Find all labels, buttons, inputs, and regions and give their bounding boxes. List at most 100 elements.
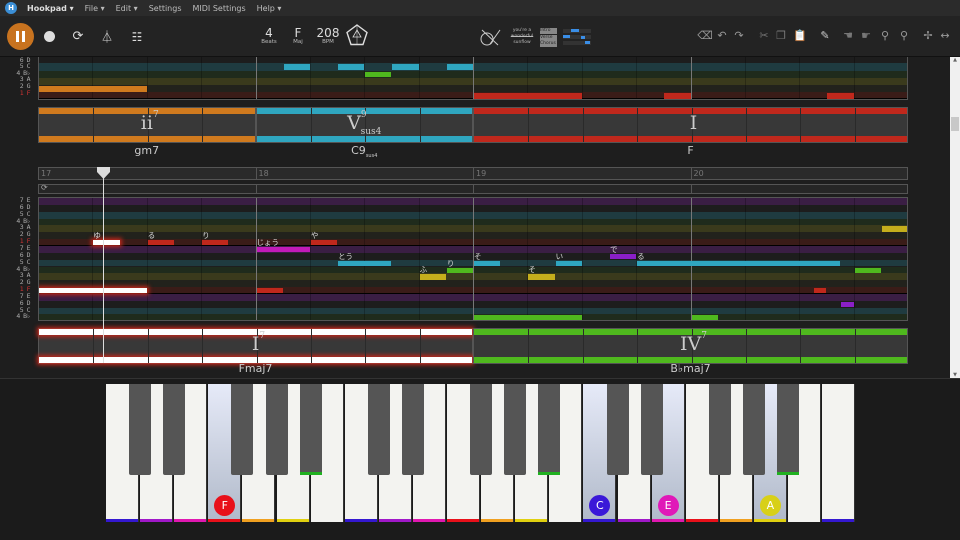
measure-line	[690, 168, 692, 179]
menu-help[interactable]: Help ▾	[257, 4, 282, 13]
instruments-icon[interactable]	[478, 27, 502, 47]
playhead-handle-icon[interactable]	[96, 167, 111, 179]
note[interactable]	[664, 93, 691, 99]
undo-icon[interactable]: ↶	[714, 28, 730, 44]
beat-line	[418, 198, 420, 320]
loop-bar[interactable]: ⟳	[38, 183, 908, 194]
piano-black-key[interactable]	[299, 384, 322, 475]
bottom-melody-grid[interactable]: ゆるりじょうやとうふりそそいでる	[38, 197, 908, 321]
pause-button[interactable]	[7, 23, 34, 50]
piano-black-key[interactable]	[367, 384, 390, 475]
piano-black-key[interactable]	[538, 384, 561, 475]
note[interactable]	[338, 64, 365, 71]
menu-file[interactable]: File ▾	[85, 4, 105, 13]
note[interactable]	[283, 64, 310, 71]
scroll-up-icon[interactable]: ▲	[950, 57, 960, 63]
measure-number[interactable]: 18	[259, 169, 269, 178]
expand-icon[interactable]: ✢	[920, 28, 936, 44]
note[interactable]	[39, 86, 147, 92]
piano-black-key[interactable]	[742, 384, 765, 475]
key-control[interactable]: F Maj	[288, 27, 308, 45]
record-icon	[43, 31, 55, 42]
beats-control[interactable]: 4 Beats	[256, 27, 282, 45]
point-left-icon[interactable]: ☚	[840, 28, 856, 44]
note[interactable]	[881, 226, 907, 232]
mixer-button[interactable]: ☷	[129, 16, 145, 57]
menu-hookpad[interactable]: Hookpad ▾	[27, 4, 74, 13]
note-lyric: る	[147, 231, 156, 241]
top-melody-grid[interactable]	[38, 57, 908, 100]
note[interactable]	[841, 301, 854, 308]
paste-icon[interactable]: 📋	[792, 28, 808, 44]
piano-black-key[interactable]	[163, 384, 186, 475]
piano-black-key[interactable]	[231, 384, 254, 475]
beat-line	[309, 57, 311, 99]
piano-key-C[interactable]	[822, 384, 856, 522]
note-lyric: そ	[474, 251, 482, 261]
chord-block[interactable]: I	[473, 107, 908, 143]
measure-line	[255, 198, 257, 320]
note[interactable]	[39, 288, 147, 294]
piano-black-key[interactable]	[265, 384, 288, 475]
note[interactable]	[446, 64, 473, 71]
scrollbar-thumb[interactable]	[951, 117, 959, 131]
zoom-in-icon[interactable]: ⚲	[896, 28, 912, 44]
piano-black-key[interactable]	[401, 384, 424, 475]
note[interactable]	[256, 288, 283, 294]
roman-numeral: V9sus4	[347, 110, 382, 137]
menu-edit[interactable]: Edit ▾	[116, 4, 138, 13]
redo-icon[interactable]: ↷	[731, 28, 747, 44]
magic-wand-icon[interactable]: ✎	[817, 28, 833, 44]
chord-block[interactable]: ii7	[38, 107, 256, 143]
menu-midi-settings[interactable]: MIDI Settings	[193, 4, 246, 13]
key-color-strip	[299, 472, 322, 475]
tempo-control[interactable]: 208 BPM	[313, 27, 343, 45]
zoom-out-icon[interactable]: ⚲	[877, 28, 893, 44]
metronome-button[interactable]: ⏃	[99, 16, 115, 57]
note[interactable]	[365, 71, 392, 78]
fit-width-icon[interactable]: ↔	[937, 28, 953, 44]
vertical-scrollbar[interactable]: ▲ ▼	[950, 57, 960, 378]
note[interactable]	[474, 93, 582, 99]
menu-settings[interactable]: Settings	[149, 4, 182, 13]
note[interactable]	[474, 315, 582, 320]
note[interactable]	[813, 288, 827, 294]
playhead[interactable]	[97, 167, 111, 363]
note[interactable]	[854, 267, 881, 273]
loop-button[interactable]: ⟳	[70, 16, 86, 57]
chord-block[interactable]: IV7	[473, 328, 908, 364]
piano-black-key[interactable]	[777, 384, 799, 475]
note[interactable]	[691, 315, 718, 320]
measure-header[interactable]: 17 18 19 20	[38, 167, 908, 180]
chord-name: Fmaj7	[238, 362, 273, 375]
note[interactable]	[827, 93, 854, 99]
delete-icon[interactable]: ⌫	[697, 28, 713, 44]
pentagon-icon[interactable]	[346, 24, 368, 46]
arrangement-thumbnail[interactable]	[563, 29, 591, 45]
beat-line	[853, 57, 855, 99]
piano-black-key[interactable]	[504, 384, 527, 475]
lyrics-thumbnail[interactable]: you're a wonderful sunflow	[508, 28, 536, 46]
record-button[interactable]	[42, 16, 56, 57]
piano-black-key[interactable]	[129, 384, 152, 475]
piano-black-key[interactable]	[708, 384, 731, 475]
sections-thumbnail[interactable]: Intro Verse Chorus	[540, 28, 557, 47]
key-color-strip	[538, 472, 561, 475]
measure-number[interactable]: 20	[694, 169, 704, 178]
piano-black-key[interactable]	[606, 384, 629, 475]
measure-number[interactable]: 19	[476, 169, 486, 178]
row-label: 4 B♭	[16, 312, 30, 321]
point-right-icon[interactable]: ☛	[858, 28, 874, 44]
beat-line	[744, 57, 746, 99]
piano-black-key[interactable]	[470, 384, 493, 475]
loop-icon: ⟳	[72, 29, 84, 44]
note[interactable]	[637, 260, 841, 266]
cut-icon[interactable]: ✂	[756, 28, 772, 44]
measure-number[interactable]: 17	[41, 169, 51, 178]
piano-black-key[interactable]	[640, 384, 663, 475]
copy-icon[interactable]: ❐	[773, 28, 789, 44]
note-lyric: る	[637, 251, 645, 261]
note[interactable]	[392, 64, 419, 71]
chord-name: F	[687, 144, 694, 157]
chord-block[interactable]: V9sus4	[255, 107, 473, 143]
